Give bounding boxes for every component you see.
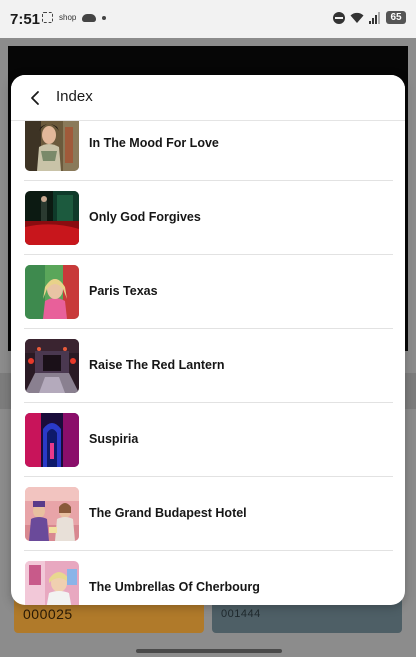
- list-item[interactable]: Paris Texas: [11, 255, 405, 329]
- notification-label: shop: [59, 13, 77, 22]
- raise-the-red-lantern-thumbnail: [25, 339, 79, 393]
- more-notifications-dot-icon: [102, 15, 107, 20]
- background-card-left-value: 000025: [23, 606, 73, 622]
- list-item[interactable]: In The Mood For Love: [11, 121, 405, 181]
- cloud-icon: [82, 13, 97, 22]
- sheet-header: Index: [11, 75, 405, 121]
- list-item-label: The Umbrellas Of Cherbourg: [89, 580, 260, 594]
- sheet-title: Index: [56, 88, 93, 105]
- chevron-left-icon: [31, 91, 39, 105]
- list-item-label: In The Mood For Love: [89, 136, 219, 150]
- the-grand-budapest-hotel-thumbnail: [25, 487, 79, 541]
- battery-icon: 65: [386, 11, 406, 24]
- list-item[interactable]: The Umbrellas Of Cherbourg: [11, 551, 405, 605]
- list-item-label: The Grand Budapest Hotel: [89, 506, 247, 520]
- list-item-label: Suspiria: [89, 432, 139, 446]
- the-umbrellas-of-cherbourg-thumbnail: [25, 561, 79, 605]
- only-god-forgives-thumbnail: [25, 191, 79, 245]
- film-list[interactable]: In The Mood For Love Only God Forgives P…: [11, 121, 405, 605]
- screenshot-icon: [42, 12, 53, 23]
- status-system-icons: 65: [333, 11, 406, 24]
- index-sheet: Index In The Mood For Love Only God Forg…: [11, 75, 405, 605]
- suspiria-thumbnail: [25, 413, 79, 467]
- status-bar: 7:51 shop 65: [0, 0, 416, 38]
- list-item[interactable]: Raise The Red Lantern: [11, 329, 405, 403]
- gesture-nav-handle[interactable]: [136, 649, 282, 653]
- list-item-label: Raise The Red Lantern: [89, 358, 225, 372]
- list-item-label: Only God Forgives: [89, 210, 201, 224]
- list-item[interactable]: The Grand Budapest Hotel: [11, 477, 405, 551]
- do-not-disturb-icon: [333, 11, 345, 24]
- wifi-icon: [350, 12, 364, 24]
- cell-signal-icon: [369, 11, 381, 24]
- paris-texas-thumbnail: [25, 265, 79, 319]
- list-item[interactable]: Suspiria: [11, 403, 405, 477]
- screen: 7:51 shop 65 000025 001444 Index In The …: [0, 0, 416, 657]
- status-time: 7:51: [10, 11, 41, 28]
- list-item[interactable]: Only God Forgives: [11, 181, 405, 255]
- status-notification-icons: shop: [42, 12, 107, 23]
- list-item-label: Paris Texas: [89, 284, 158, 298]
- in-the-mood-for-love-thumbnail: [25, 121, 79, 171]
- back-button[interactable]: [23, 86, 47, 110]
- background-card-right-value: 001444: [221, 608, 261, 620]
